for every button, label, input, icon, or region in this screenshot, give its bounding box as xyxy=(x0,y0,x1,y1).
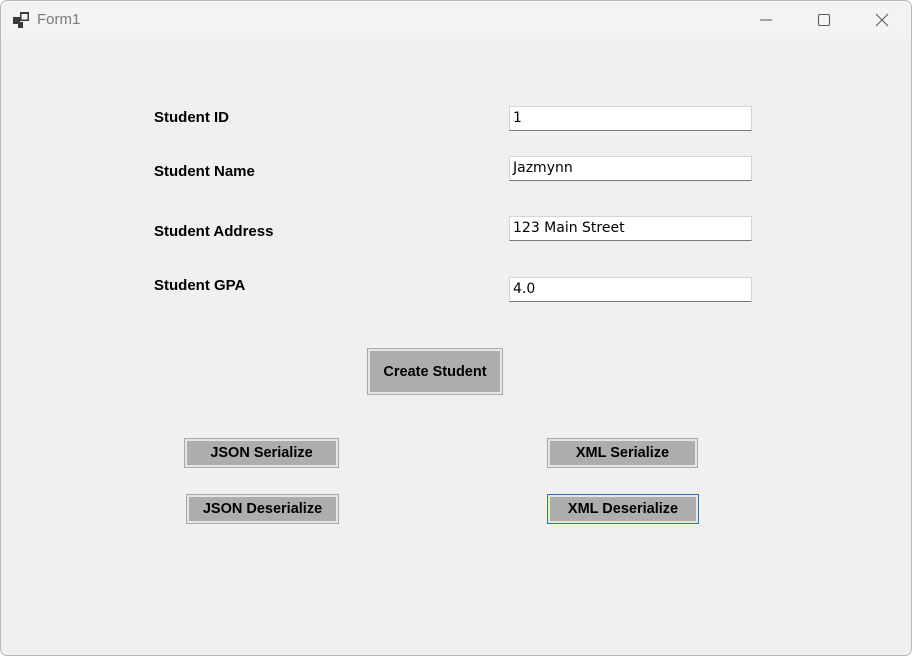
xml-deserialize-button[interactable]: XML Deserialize xyxy=(547,494,699,524)
json-serialize-button[interactable]: JSON Serialize xyxy=(184,438,339,468)
student-gpa-label: Student GPA xyxy=(154,277,246,294)
student-gpa-input[interactable]: 4.0 xyxy=(509,277,752,302)
maximize-button[interactable] xyxy=(795,1,853,39)
title-bar[interactable]: Form1 xyxy=(1,1,911,39)
student-address-input[interactable]: 123 Main Street xyxy=(509,216,752,241)
minimize-button[interactable] xyxy=(737,1,795,39)
json-deserialize-button[interactable]: JSON Deserialize xyxy=(186,494,339,524)
form-app-icon xyxy=(13,12,29,28)
xml-serialize-button[interactable]: XML Serialize xyxy=(547,438,698,468)
form-window: Form1 Student ID Student Name Student Ad… xyxy=(0,0,912,656)
create-student-button[interactable]: Create Student xyxy=(367,348,503,395)
student-id-input[interactable]: 1 xyxy=(509,106,752,131)
student-name-label: Student Name xyxy=(154,163,255,180)
maximize-icon xyxy=(818,14,830,26)
student-id-label: Student ID xyxy=(154,109,229,126)
student-address-label: Student Address xyxy=(154,223,274,240)
minimize-icon xyxy=(760,19,772,21)
student-name-input[interactable]: Jazmynn xyxy=(509,156,752,181)
window-title: Form1 xyxy=(37,11,81,28)
close-button[interactable] xyxy=(853,1,911,39)
close-icon xyxy=(875,13,889,27)
